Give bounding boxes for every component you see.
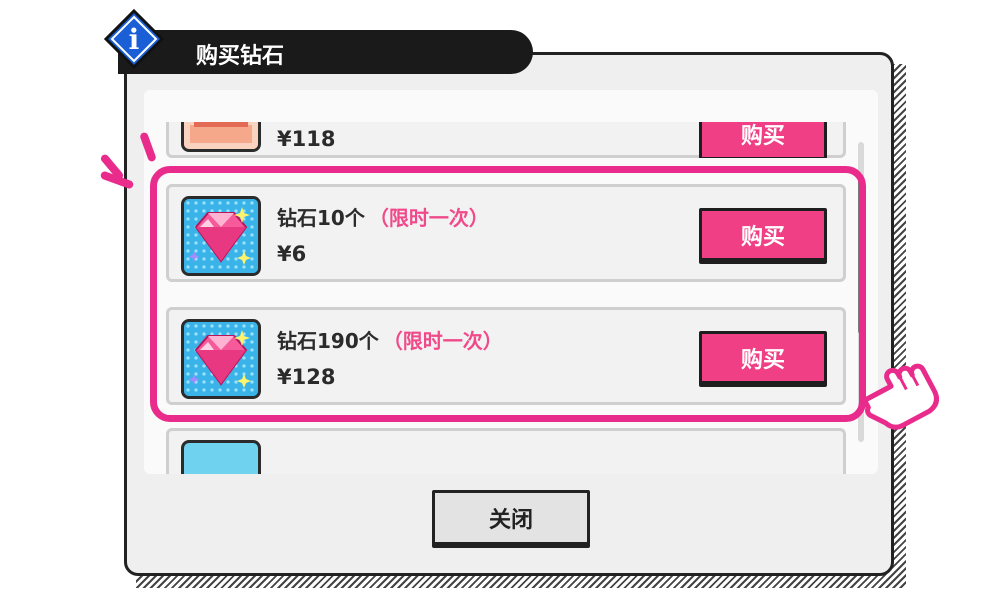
svg-text:i: i xyxy=(129,23,140,56)
item-thumbnail xyxy=(181,440,261,474)
title-bar: 购买钻石 xyxy=(118,30,533,74)
hand-pointer-icon xyxy=(862,363,940,430)
list-item xyxy=(166,428,846,474)
dialog-title: 购买钻石 xyxy=(196,44,285,69)
highlight-frame xyxy=(150,166,866,422)
item-price: ¥118 xyxy=(277,127,336,151)
close-button[interactable]: 关闭 xyxy=(432,490,590,548)
info-icon: i xyxy=(104,9,164,69)
